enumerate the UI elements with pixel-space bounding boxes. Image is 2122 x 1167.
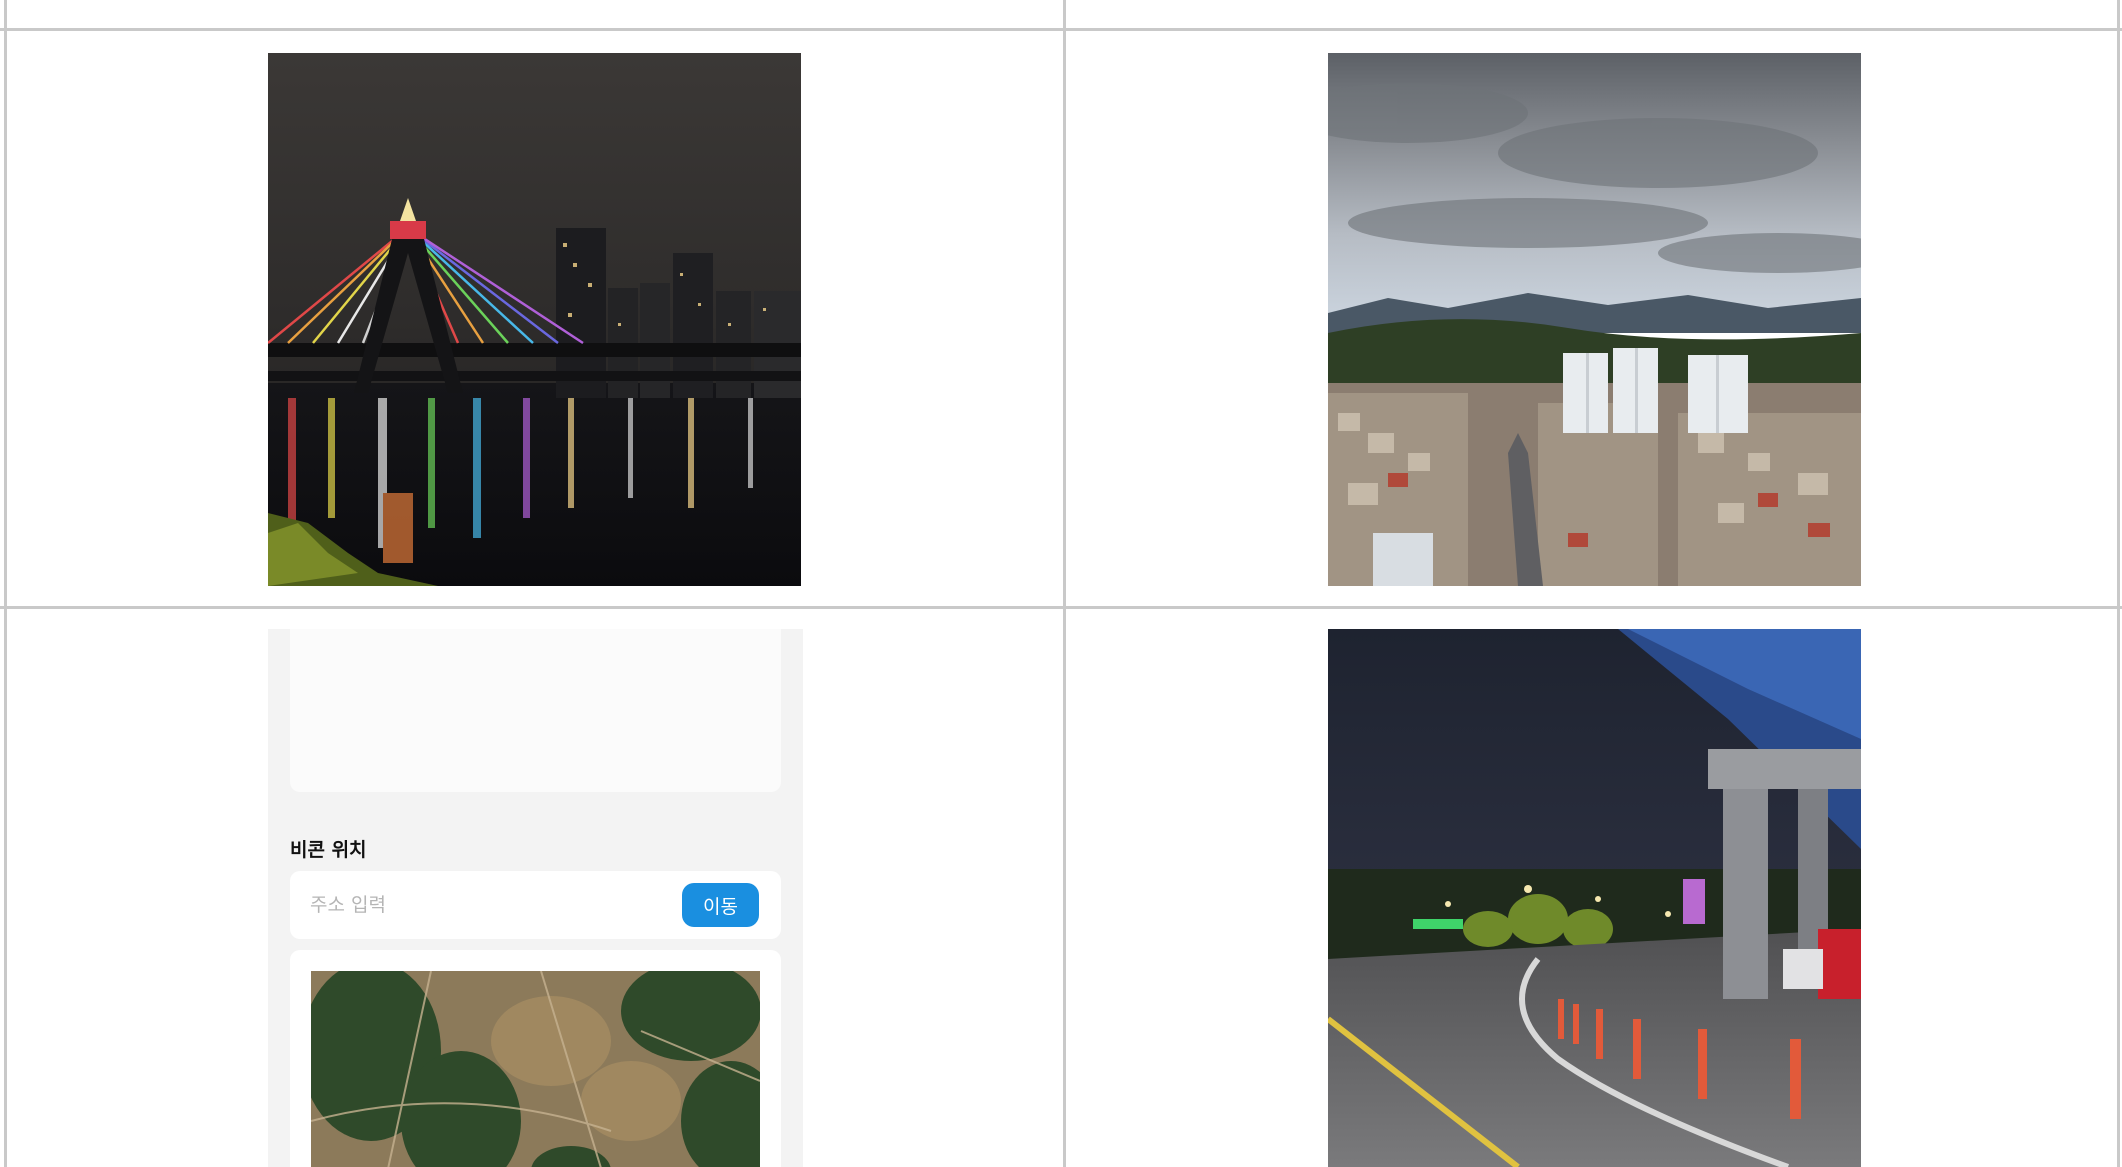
address-input[interactable] <box>310 889 660 921</box>
go-button[interactable]: 이동 <box>682 883 759 927</box>
night-road-photo[interactable] <box>1328 629 1861 1167</box>
grid-line-middle <box>0 606 2122 609</box>
app-screen-panel: 비콘 위치 이동 <box>268 629 803 1167</box>
city-skyline-photo[interactable] <box>1328 53 1861 586</box>
address-search-row: 이동 <box>290 871 781 939</box>
map-card <box>290 950 781 1167</box>
blank-card <box>290 629 781 792</box>
beacon-location-title: 비콘 위치 <box>290 839 367 861</box>
grid-line-left <box>4 0 7 1167</box>
night-bridge-photo[interactable] <box>268 53 801 586</box>
grid-line-right <box>2117 0 2120 1167</box>
grid-line-center <box>1063 0 1066 1167</box>
satellite-map[interactable] <box>311 971 760 1167</box>
grid-line-top <box>0 28 2122 31</box>
